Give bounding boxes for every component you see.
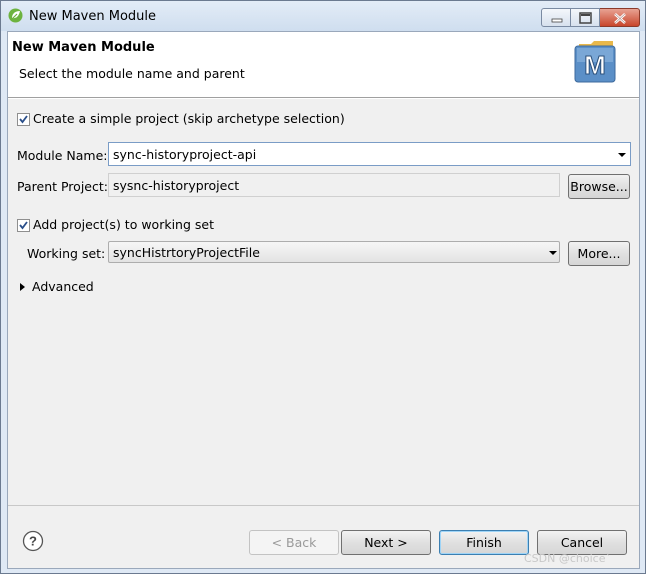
svg-text:M: M [584, 50, 606, 80]
simple-project-label: Create a simple project (skip archetype … [33, 111, 345, 126]
next-button-label[interactable]: Next > [341, 530, 431, 555]
module-name-label: Module Name: [17, 148, 108, 163]
watermark: CSDN @choice` [524, 552, 611, 565]
help-icon[interactable]: ? [22, 530, 44, 552]
more-button[interactable]: More... [568, 241, 630, 266]
expand-triangle-icon[interactable] [20, 283, 25, 291]
page-title: New Maven Module [12, 40, 155, 55]
spring-leaf-icon [8, 8, 23, 23]
close-button[interactable] [600, 8, 640, 27]
dialog-window: New Maven Module New Maven Module Select… [0, 0, 646, 574]
module-name-input[interactable]: sync-historyproject-api [108, 142, 631, 166]
working-set-label: Working set: [27, 246, 106, 261]
chevron-down-icon[interactable] [618, 153, 626, 157]
maximize-button[interactable] [571, 8, 600, 27]
chevron-down-icon[interactable] [549, 251, 557, 255]
parent-project-label: Parent Project: [17, 179, 108, 194]
wizard-body: Create a simple project (skip archetype … [8, 99, 639, 505]
title-bar[interactable]: New Maven Module [1, 1, 645, 31]
working-set-checkbox[interactable] [17, 219, 30, 232]
maven-icon: M [571, 38, 621, 86]
advanced-section-toggle[interactable]: Advanced [32, 279, 94, 294]
browse-button[interactable]: Browse... [568, 174, 630, 199]
page-subtitle: Select the module name and parent [19, 66, 245, 81]
svg-text:?: ? [29, 534, 37, 549]
wizard-header: New Maven Module Select the module name … [8, 32, 639, 98]
simple-project-checkbox[interactable] [17, 113, 30, 126]
working-set-checkbox-label: Add project(s) to working set [33, 217, 214, 232]
back-button-label: < Back [249, 530, 339, 555]
working-set-select[interactable]: syncHistrtoryProjectFile [108, 241, 560, 263]
window-title: New Maven Module [29, 9, 157, 24]
dialog-client: New Maven Module Select the module name … [7, 31, 640, 569]
finish-button-label[interactable]: Finish [439, 530, 529, 555]
parent-project-field: sysnc-historyproject [108, 173, 560, 197]
minimize-button[interactable] [541, 8, 571, 27]
